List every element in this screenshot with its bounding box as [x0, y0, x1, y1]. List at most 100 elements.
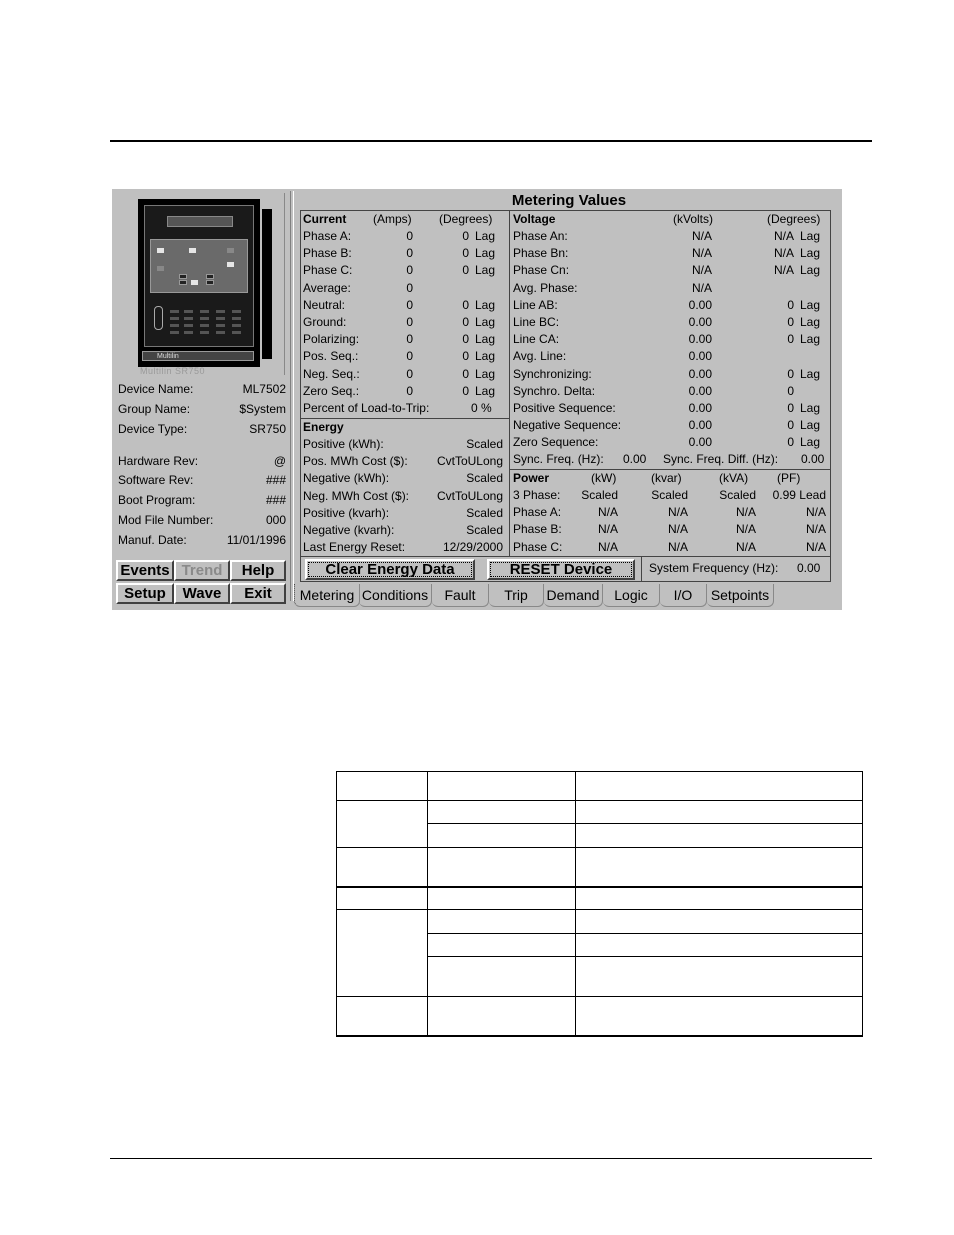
- trend-button[interactable]: Trend: [174, 560, 230, 581]
- lag-lead: Lag: [475, 246, 496, 261]
- lag-lead: Lag: [475, 315, 496, 329]
- led-indicator: [191, 280, 198, 285]
- kvolts-value: N/A: [691, 229, 712, 243]
- pf-value: N/A: [805, 522, 826, 537]
- degrees-value: 0: [787, 332, 794, 347]
- kw-value: Scaled: [581, 488, 618, 502]
- amps-value: 0: [406, 349, 413, 364]
- tab-fault[interactable]: Fault: [432, 584, 489, 607]
- tab-demand[interactable]: Demand: [544, 584, 603, 607]
- kw-value: N/A: [597, 539, 618, 554]
- degrees-value: 0: [787, 315, 794, 329]
- kvolts-value: N/A: [691, 280, 712, 295]
- hardware-rev-value: @: [273, 454, 286, 468]
- kva-value: N/A: [735, 539, 756, 554]
- lag-lead: Lag: [475, 366, 496, 381]
- page-header-rule: [110, 140, 872, 142]
- pf-value: N/A: [805, 505, 826, 520]
- tab-trip[interactable]: Trip: [489, 584, 544, 607]
- wave-button[interactable]: Wave: [174, 583, 230, 604]
- led-indicator: [227, 248, 234, 253]
- help-button[interactable]: Help: [230, 560, 286, 581]
- relay-side: [262, 209, 272, 359]
- system-frequency-value: 0.00: [797, 561, 821, 575]
- setup-button[interactable]: Setup: [116, 583, 174, 604]
- degrees-value: 0: [462, 315, 469, 329]
- energy-section: Energy Positive (kWh): Scaled Pos. MWh Cos…: [300, 418, 510, 557]
- mod-file-number-value: 000: [265, 513, 286, 527]
- degrees-value: 0: [462, 332, 469, 347]
- energy-value: 12/29/2000: [442, 540, 503, 555]
- group-name-value: $System: [239, 402, 286, 416]
- page-footer-rule: [110, 1158, 872, 1159]
- led-indicator: [206, 280, 214, 285]
- kva-value: N/A: [735, 522, 756, 537]
- lag-lead: Lag: [800, 263, 821, 278]
- device-image-caption: Multilin SR750: [140, 366, 206, 376]
- tab-conditions[interactable]: Conditions: [359, 584, 432, 607]
- reset-device-button[interactable]: RESET Device: [487, 559, 635, 580]
- events-button[interactable]: Events: [116, 560, 174, 581]
- keypad: [150, 296, 246, 342]
- boot-program-row: Boot Program: ###: [118, 493, 286, 507]
- lag-lead: Lag: [800, 246, 821, 261]
- amps-value: 0: [406, 366, 413, 381]
- degrees-value: 0: [787, 435, 794, 450]
- action-bar: Clear Energy Data RESET Device System Fr…: [300, 556, 831, 582]
- kva-value: Scaled: [719, 488, 756, 502]
- degrees-value: N/A: [773, 229, 794, 243]
- lag-lead: Lag: [800, 315, 821, 329]
- energy-value: Scaled: [466, 471, 503, 486]
- degrees-value: 0: [787, 297, 794, 312]
- tab-metering[interactable]: Metering: [294, 584, 360, 607]
- manuf-date-value: 11/01/1996: [226, 533, 286, 547]
- kvolts-value: 0.00: [688, 366, 712, 381]
- amps-value: 0: [406, 315, 413, 329]
- lag-lead: Lag: [800, 401, 821, 415]
- led-panel: [150, 239, 248, 293]
- table-row: [336, 800, 864, 848]
- led-indicator: [179, 274, 187, 279]
- energy-value: CvtToULong: [436, 454, 503, 469]
- lcd-display: [167, 216, 233, 227]
- kvolts-value: 0.00: [688, 349, 712, 364]
- group-name-row: Group Name: $System: [118, 402, 286, 416]
- lag-lead: Lag: [800, 366, 821, 381]
- kvolts-value: 0.00: [688, 332, 712, 347]
- amps-value: 0: [406, 280, 413, 295]
- device-image: Multilin Multilin SR750: [116, 193, 285, 376]
- clear-energy-data-button[interactable]: Clear Energy Data: [305, 559, 475, 580]
- lag-lead: Lag: [800, 418, 821, 433]
- device-name-value: ML7502: [242, 382, 286, 396]
- device-name-row: Device Name: ML7502: [118, 382, 286, 396]
- device-pane: Multilin Multilin SR750 Device Name: ML7…: [112, 189, 288, 610]
- kvolts-value: N/A: [691, 246, 712, 261]
- kva-value: N/A: [735, 505, 756, 520]
- document-table: [336, 771, 864, 1037]
- sync-freq-row: Sync. Freq. (Hz): 0.00 Sync. Freq. Diff.…: [513, 452, 825, 466]
- load-to-trip-row: Percent of Load-to-Trip: 0 %: [303, 401, 492, 415]
- power-section: Power (kW) (kvar) (kVA) (PF) 3 Phase: Sca…: [509, 469, 831, 557]
- lag-lead: Lag: [800, 229, 821, 243]
- lag-lead: Lag: [800, 332, 821, 347]
- led-indicator: [157, 248, 164, 253]
- kvolts-value: 0.00: [688, 435, 712, 450]
- degrees-value: 0: [787, 383, 794, 398]
- degrees-value: 0: [462, 297, 469, 312]
- amps-value: 0: [406, 246, 413, 261]
- tab-io[interactable]: I/O: [660, 584, 707, 607]
- serial-port-icon: [154, 306, 163, 330]
- nav-button-grid: Events Trend Help Setup Wave Exit: [116, 560, 288, 606]
- kw-value: N/A: [597, 522, 618, 537]
- exit-button[interactable]: Exit: [230, 583, 286, 604]
- tab-logic[interactable]: Logic: [603, 584, 660, 607]
- lag-lead: Lag: [800, 435, 821, 450]
- kvolts-value: 0.00: [688, 401, 712, 415]
- amps-value: 0: [406, 383, 413, 398]
- amps-value: 0: [406, 332, 413, 347]
- current-section: Current (Amps) (Degrees) Phase A: 0 0 Lag Ph…: [300, 210, 510, 419]
- kvar-value: N/A: [667, 505, 688, 520]
- tab-setpoints[interactable]: Setpoints: [707, 584, 774, 607]
- kvar-value: Scaled: [651, 488, 688, 502]
- pane-splitter[interactable]: [290, 191, 294, 601]
